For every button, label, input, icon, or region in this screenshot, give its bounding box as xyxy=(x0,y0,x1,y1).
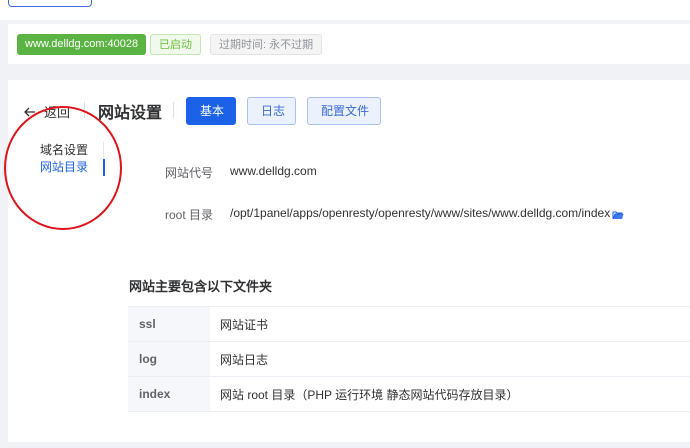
folder-description: 网站日志 xyxy=(210,341,690,377)
folders-table: ssl 网站证书 log 网站日志 index 网站 root 目录（PHP 运… xyxy=(128,306,690,412)
back-button[interactable]: 返回 xyxy=(24,102,70,121)
root-dir-value: /opt/1panel/apps/openresty/openresty/www… xyxy=(230,206,611,220)
folder-open-icon[interactable] xyxy=(612,207,624,220)
top-tab-fragment[interactable] xyxy=(8,0,92,7)
side-menu: 域名设置 网站目录 xyxy=(40,142,102,176)
side-menu-active-indicator xyxy=(103,159,105,176)
table-row: log 网站日志 xyxy=(128,341,690,377)
folder-description: 网站证书 xyxy=(210,306,690,342)
tab-basic[interactable]: 基本 xyxy=(186,97,236,125)
alias-label: 网站代号 xyxy=(164,166,213,180)
back-label: 返回 xyxy=(44,105,71,120)
tab-config-file[interactable]: 配置文件 xyxy=(307,97,381,125)
folder-name: log xyxy=(128,341,210,377)
side-menu-item-domain[interactable]: 域名设置 xyxy=(40,142,102,159)
table-row: ssl 网站证书 xyxy=(128,306,690,342)
status-card: www.delldg.com:40028 已启动 过期时间: 永不过期 xyxy=(8,24,690,64)
divider xyxy=(84,102,85,118)
root-dir-label: root 目录 xyxy=(164,208,213,222)
arrow-left-icon xyxy=(24,104,36,120)
domain-tag: www.delldg.com:40028 xyxy=(17,34,147,55)
tab-log[interactable]: 日志 xyxy=(247,97,296,125)
folder-name: ssl xyxy=(128,306,210,342)
expire-badge: 过期时间: 永不过期 xyxy=(210,34,323,55)
bottom-strip xyxy=(0,442,690,448)
table-row: index 网站 root 目录（PHP 运行环境 静态网站代码存放目录） xyxy=(128,376,690,412)
divider xyxy=(173,102,174,118)
folder-name: index xyxy=(128,376,210,412)
page-title: 网站设置 xyxy=(98,105,163,122)
alias-value: www.delldg.com xyxy=(230,164,317,178)
folders-section-title: 网站主要包含以下文件夹 xyxy=(129,279,273,294)
running-status-badge: 已启动 xyxy=(150,34,201,55)
side-menu-item-directory[interactable]: 网站目录 xyxy=(40,159,102,176)
folder-description: 网站 root 目录（PHP 运行环境 静态网站代码存放目录） xyxy=(210,376,690,412)
settings-card: 返回 网站设置 基本 日志 配置文件 域名设置 网站目录 网站代号 www.de… xyxy=(4,80,690,442)
top-bar xyxy=(0,0,690,20)
